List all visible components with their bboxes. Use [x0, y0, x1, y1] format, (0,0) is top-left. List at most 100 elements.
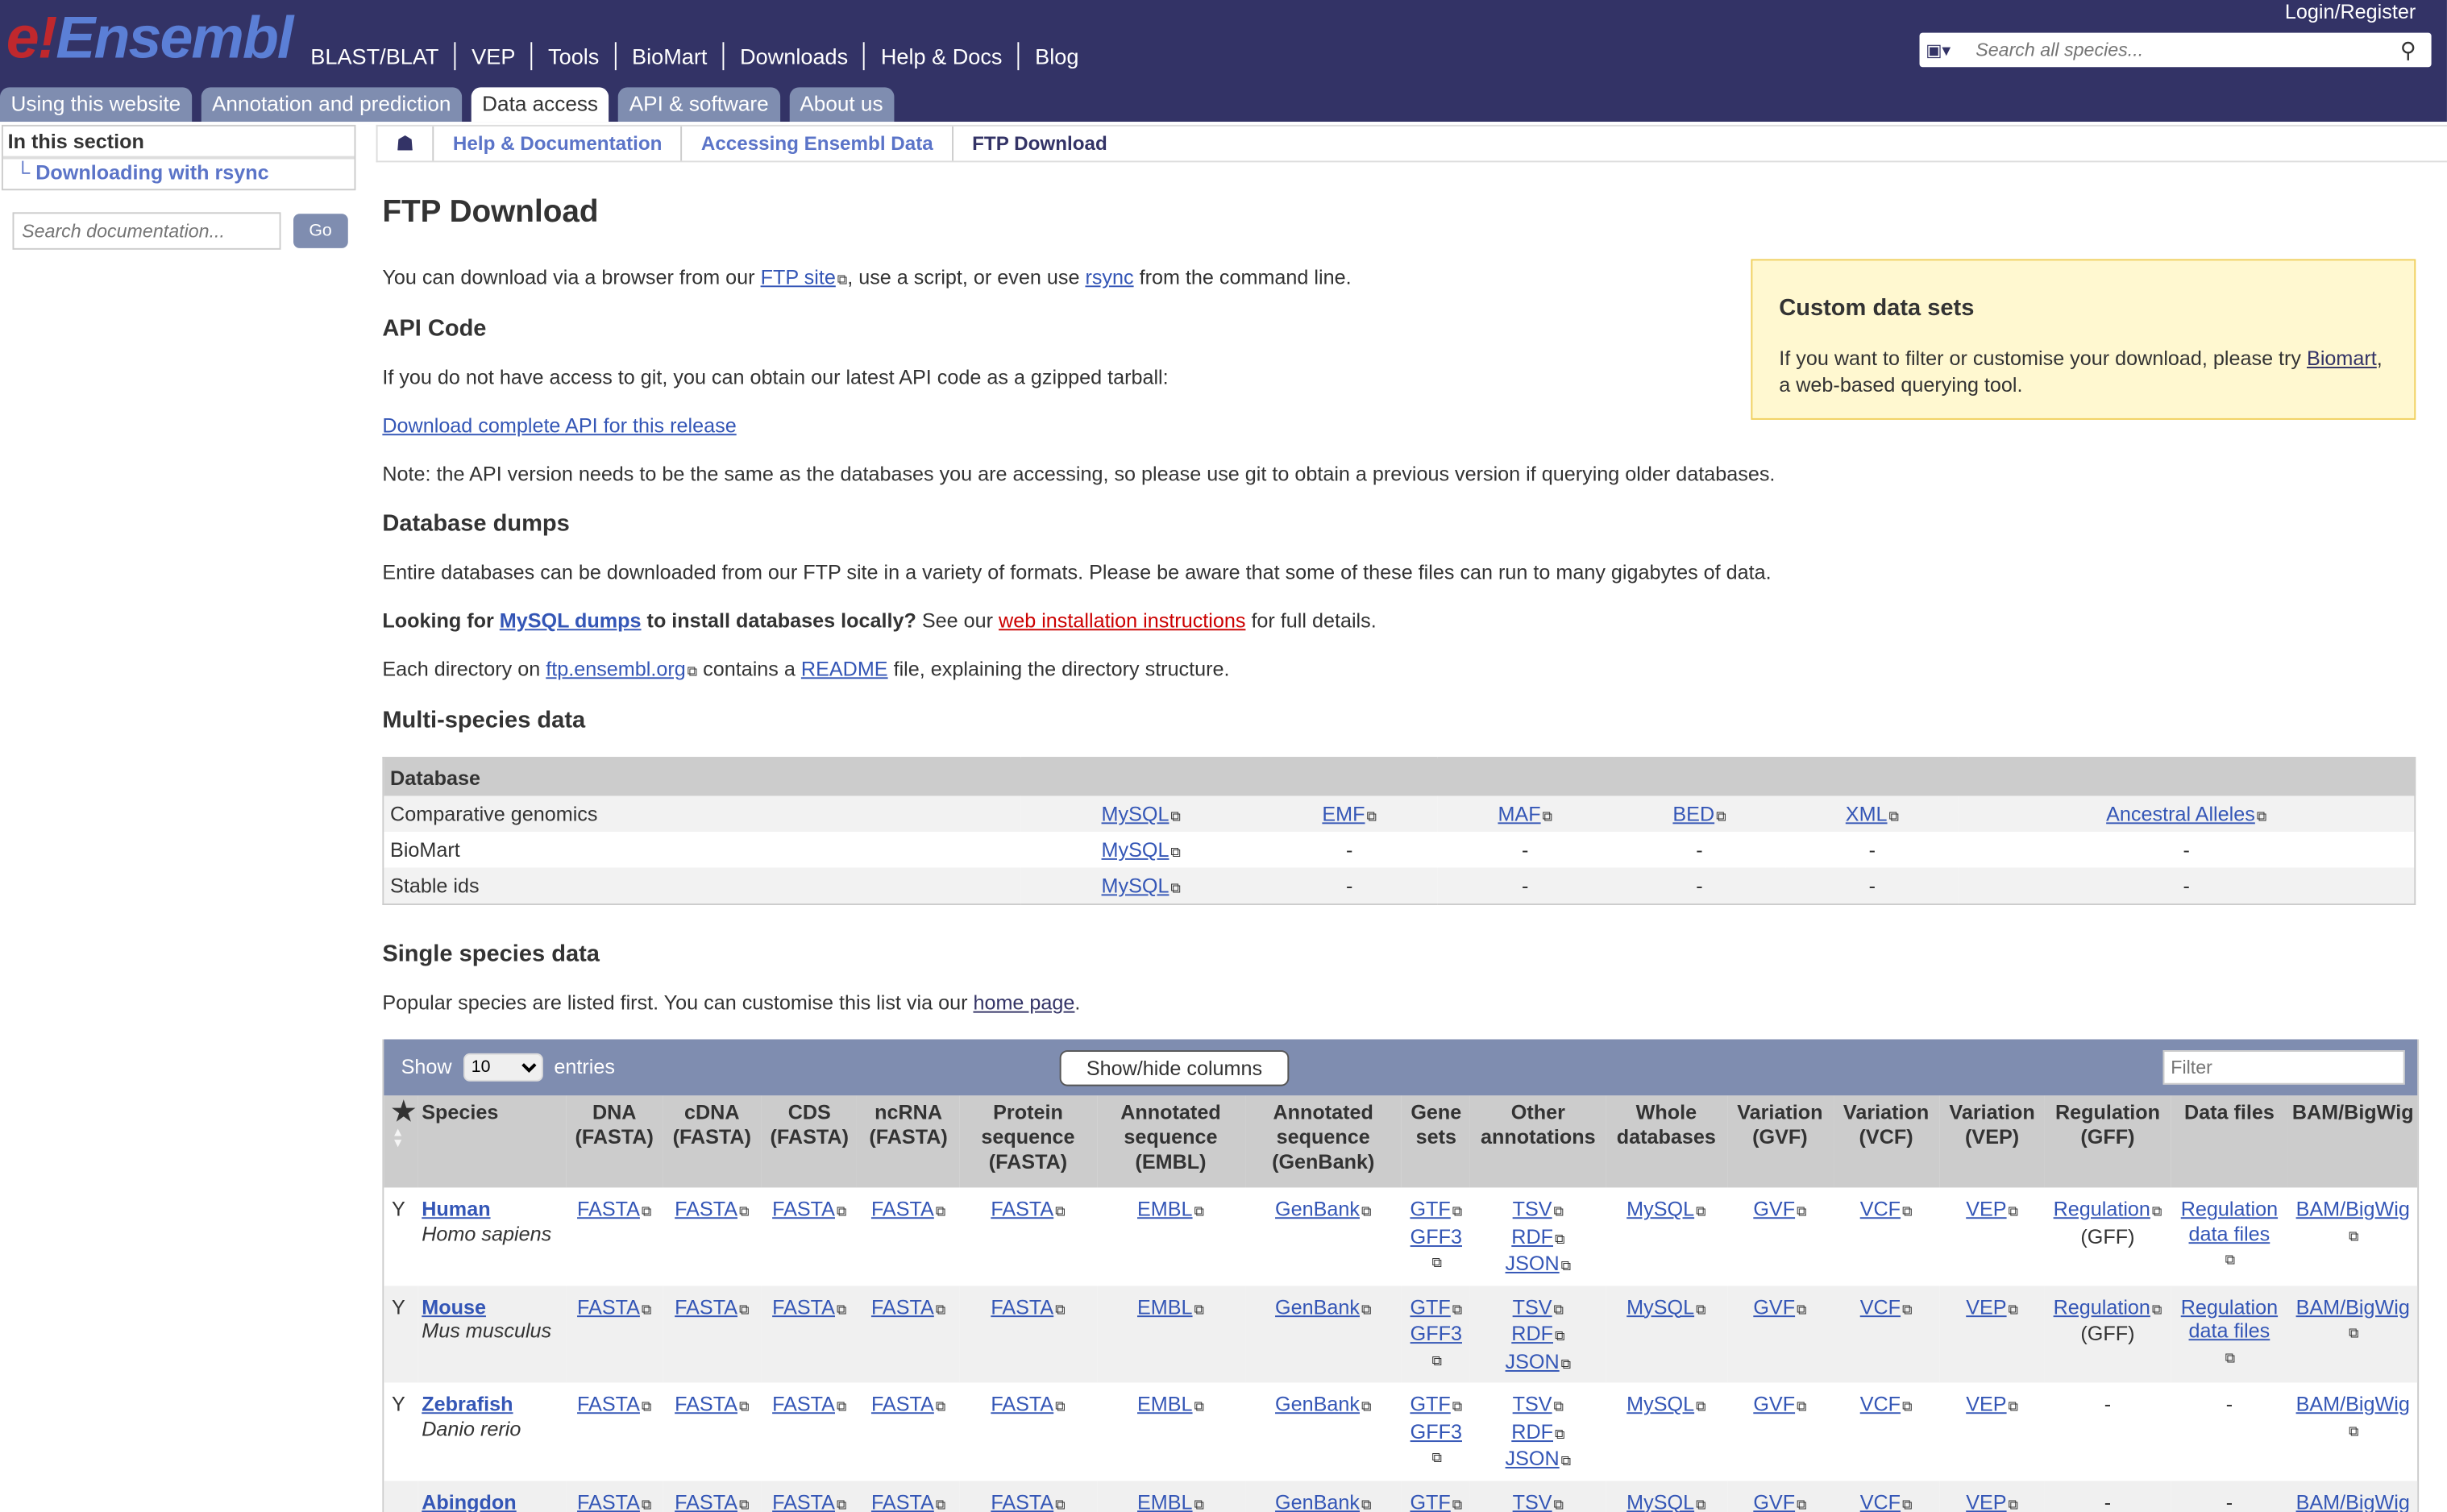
vep-link[interactable]: VEP	[1966, 1489, 2006, 1512]
embl-link[interactable]: EMBL	[1137, 1294, 1193, 1318]
bam-link[interactable]: BAM/BigWig	[2296, 1392, 2410, 1415]
fasta-link[interactable]: FASTA	[871, 1489, 934, 1512]
column-header[interactable]: Variation (GVF)	[1726, 1095, 1834, 1188]
gtf-link[interactable]: GTF	[1410, 1392, 1450, 1415]
doc-search-input[interactable]	[12, 212, 281, 250]
data-files-link[interactable]: Regulation data files	[2175, 1294, 2284, 1343]
mysql-link[interactable]: MySQL	[1626, 1197, 1694, 1220]
download-link[interactable]: MySQL	[1102, 838, 1169, 862]
nav-blast-blat[interactable]: BLAST/BLAT	[310, 42, 455, 70]
vep-link[interactable]: VEP	[1966, 1392, 2006, 1415]
fasta-link[interactable]: FASTA	[675, 1392, 737, 1415]
fasta-link[interactable]: FASTA	[675, 1197, 737, 1220]
download-link[interactable]: MAF	[1498, 802, 1540, 825]
data-files-link[interactable]: Regulation data files	[2175, 1197, 2284, 1245]
species-link[interactable]: Zebrafish	[422, 1392, 563, 1416]
tsv-link[interactable]: TSV	[1513, 1294, 1552, 1318]
download-link[interactable]: EMF	[1322, 802, 1365, 825]
download-api-link[interactable]: Download complete API for this release	[382, 413, 736, 437]
vep-link[interactable]: VEP	[1966, 1197, 2006, 1220]
vcf-link[interactable]: VCF	[1860, 1197, 1901, 1220]
species-link[interactable]: Human	[422, 1197, 563, 1221]
column-header[interactable]: Variation (VCF)	[1833, 1095, 1939, 1188]
genbank-link[interactable]: GenBank	[1275, 1294, 1360, 1318]
tab-using-this-website[interactable]: Using this website	[0, 87, 192, 123]
vcf-link[interactable]: VCF	[1860, 1489, 1901, 1512]
column-header[interactable]: Protein sequence (FASTA)	[959, 1095, 1097, 1188]
rdf-link[interactable]: RDF	[1511, 1419, 1553, 1443]
favourite-column[interactable]: ★ ▲ ▼	[384, 1095, 419, 1188]
rsync-link[interactable]: rsync	[1085, 265, 1133, 289]
breadcrumb-accessing[interactable]: Accessing Ensembl Data	[683, 126, 953, 161]
fasta-link[interactable]: FASTA	[871, 1294, 934, 1318]
fasta-link[interactable]: FASTA	[871, 1197, 934, 1220]
gtf-link[interactable]: GTF	[1410, 1489, 1450, 1512]
species-link[interactable]: Abingdon island giant tortoise	[422, 1489, 563, 1512]
tsv-link[interactable]: TSV	[1513, 1489, 1552, 1512]
bam-link[interactable]: BAM/BigWig	[2296, 1197, 2410, 1220]
nav-vep[interactable]: VEP	[454, 42, 531, 71]
fasta-link[interactable]: FASTA	[991, 1294, 1053, 1318]
mysql-dumps-link[interactable]: MySQL dumps	[500, 609, 642, 632]
column-header[interactable]: Variation (VEP)	[1938, 1095, 2046, 1188]
column-header[interactable]: Species	[418, 1095, 567, 1188]
fasta-link[interactable]: FASTA	[991, 1197, 1053, 1220]
gvf-link[interactable]: GVF	[1753, 1294, 1795, 1318]
login-register-link[interactable]: Login/Register	[2285, 0, 2416, 23]
column-header[interactable]: ncRNA (FASTA)	[857, 1095, 960, 1188]
nav-biomart[interactable]: BioMart	[614, 42, 723, 71]
fasta-link[interactable]: FASTA	[991, 1489, 1053, 1512]
mysql-link[interactable]: MySQL	[1626, 1392, 1694, 1415]
show-hide-columns-button[interactable]: Show/hide columns	[1059, 1050, 1290, 1086]
go-button[interactable]: Go	[293, 214, 348, 248]
ftp-site-link[interactable]: FTP site	[761, 265, 836, 289]
column-header[interactable]: Annotated sequence (GenBank)	[1244, 1095, 1402, 1188]
readme-link[interactable]: README	[801, 657, 888, 680]
download-link[interactable]: XML	[1846, 802, 1888, 825]
fasta-link[interactable]: FASTA	[871, 1392, 934, 1415]
species-link[interactable]: Mouse	[422, 1294, 563, 1319]
fasta-link[interactable]: FASTA	[675, 1489, 737, 1512]
ftp-ensembl-link[interactable]: ftp.ensembl.org	[546, 657, 686, 680]
search-input[interactable]	[1972, 37, 2400, 63]
rdf-link[interactable]: RDF	[1511, 1322, 1553, 1345]
home-icon[interactable]: ☗	[378, 126, 434, 161]
column-header[interactable]: cDNA (FASTA)	[662, 1095, 762, 1188]
fasta-link[interactable]: FASTA	[577, 1392, 640, 1415]
fasta-link[interactable]: FASTA	[772, 1197, 835, 1220]
mysql-link[interactable]: MySQL	[1626, 1489, 1694, 1512]
fasta-link[interactable]: FASTA	[991, 1392, 1053, 1415]
rdf-link[interactable]: RDF	[1511, 1224, 1553, 1248]
sidebar-item-rsync[interactable]: └ Downloading with rsync	[3, 159, 355, 189]
fasta-link[interactable]: FASTA	[772, 1489, 835, 1512]
download-link[interactable]: MySQL	[1102, 874, 1169, 897]
embl-link[interactable]: EMBL	[1137, 1197, 1193, 1220]
search-icon[interactable]: ⚲	[2400, 37, 2432, 64]
ensembl-logo[interactable]: e!Ensembl	[6, 6, 294, 73]
nav-blog[interactable]: Blog	[1017, 42, 1095, 71]
regulation-link[interactable]: Regulation	[2054, 1197, 2150, 1220]
tsv-link[interactable]: TSV	[1513, 1197, 1552, 1220]
filter-input[interactable]	[2162, 1050, 2405, 1085]
vcf-link[interactable]: VCF	[1860, 1294, 1901, 1318]
vep-link[interactable]: VEP	[1966, 1294, 2006, 1318]
sort-icon[interactable]: ▲ ▼	[392, 1126, 416, 1149]
entries-select[interactable]: 10	[463, 1053, 543, 1082]
genbank-link[interactable]: GenBank	[1275, 1197, 1360, 1220]
column-header[interactable]: Other annotations	[1470, 1095, 1606, 1188]
download-link[interactable]: BED	[1672, 802, 1714, 825]
fasta-link[interactable]: FASTA	[577, 1489, 640, 1512]
column-header[interactable]: CDS (FASTA)	[761, 1095, 858, 1188]
tsv-link[interactable]: TSV	[1513, 1392, 1552, 1415]
gtf-link[interactable]: GTF	[1410, 1294, 1450, 1318]
column-header[interactable]: Whole databases	[1606, 1095, 1727, 1188]
json-link[interactable]: JSON	[1506, 1447, 1560, 1470]
embl-link[interactable]: EMBL	[1137, 1392, 1193, 1415]
vcf-link[interactable]: VCF	[1860, 1392, 1901, 1415]
nav-downloads[interactable]: Downloads	[722, 42, 864, 71]
column-header[interactable]: DNA (FASTA)	[566, 1095, 663, 1188]
column-header[interactable]: Gene sets	[1402, 1095, 1471, 1188]
download-link[interactable]: MySQL	[1102, 802, 1169, 825]
mysql-link[interactable]: MySQL	[1626, 1294, 1694, 1318]
gvf-link[interactable]: GVF	[1753, 1197, 1795, 1220]
